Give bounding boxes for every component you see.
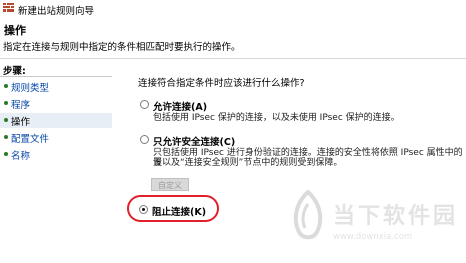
step-action[interactable]: 操作	[0, 113, 112, 128]
page-header: 操作 指定在连接与规则中指定的条件相匹配时要执行的操作。	[0, 17, 466, 61]
step-label: 名称	[11, 151, 31, 162]
allow-connection-desc: 包括使用 IPsec 保护的连接，以及未使用 IPsec 保护的连接。	[153, 113, 400, 123]
allow-connection-radio[interactable]	[140, 100, 149, 109]
step-bullet-icon	[4, 101, 8, 105]
step-label: 规则类型	[11, 83, 50, 94]
allow-connection-label[interactable]: 允许连接(A)	[153, 99, 207, 113]
step-rule-type[interactable]: 规则类型	[0, 79, 112, 94]
step-bullet-icon	[4, 135, 8, 139]
allow-secure-desc-line2: 置以及“连接安全规则”节点中的规则受到保障。	[153, 158, 343, 168]
allow-secure-radio[interactable]	[140, 135, 149, 144]
step-bullet-icon	[4, 152, 8, 156]
step-program[interactable]: 程序	[0, 96, 112, 111]
step-label: 配置文件	[11, 134, 50, 145]
customize-button[interactable]: 自定义	[151, 178, 189, 191]
header-divider	[0, 58, 466, 59]
page-description: 指定在连接与规则中指定的条件相匹配时要执行的操作。	[3, 42, 241, 53]
page-title: 操作	[4, 24, 26, 37]
step-bullet-icon	[4, 84, 8, 88]
step-label: 程序	[11, 100, 31, 111]
watermark: 当下软件园 www.downxia.com	[287, 190, 466, 263]
steps-divider	[0, 76, 112, 77]
step-name[interactable]: 名称	[0, 147, 112, 162]
watermark-text: 当下软件园	[333, 204, 459, 229]
wizard-steps-sidebar: 步骤: 规则类型 程序 操作 配置文件 名称	[0, 60, 112, 263]
firewall-app-icon	[3, 3, 14, 12]
step-bullet-icon	[4, 118, 8, 122]
steps-label: 步骤:	[3, 66, 26, 77]
title-bar: 新建出站规则向导	[0, 0, 466, 17]
highlight-annotation	[127, 195, 219, 222]
action-question: 连接符合指定条件时应该进行什么操作?	[138, 78, 305, 89]
step-label: 操作	[11, 117, 31, 128]
step-profile[interactable]: 配置文件	[0, 130, 112, 145]
allow-secure-label[interactable]: 只允许安全连接(C)	[153, 134, 235, 148]
window-title: 新建出站规则向导	[18, 6, 95, 17]
watermark-logo-icon	[293, 190, 323, 240]
watermark-url: www.downxia.com	[333, 232, 413, 242]
